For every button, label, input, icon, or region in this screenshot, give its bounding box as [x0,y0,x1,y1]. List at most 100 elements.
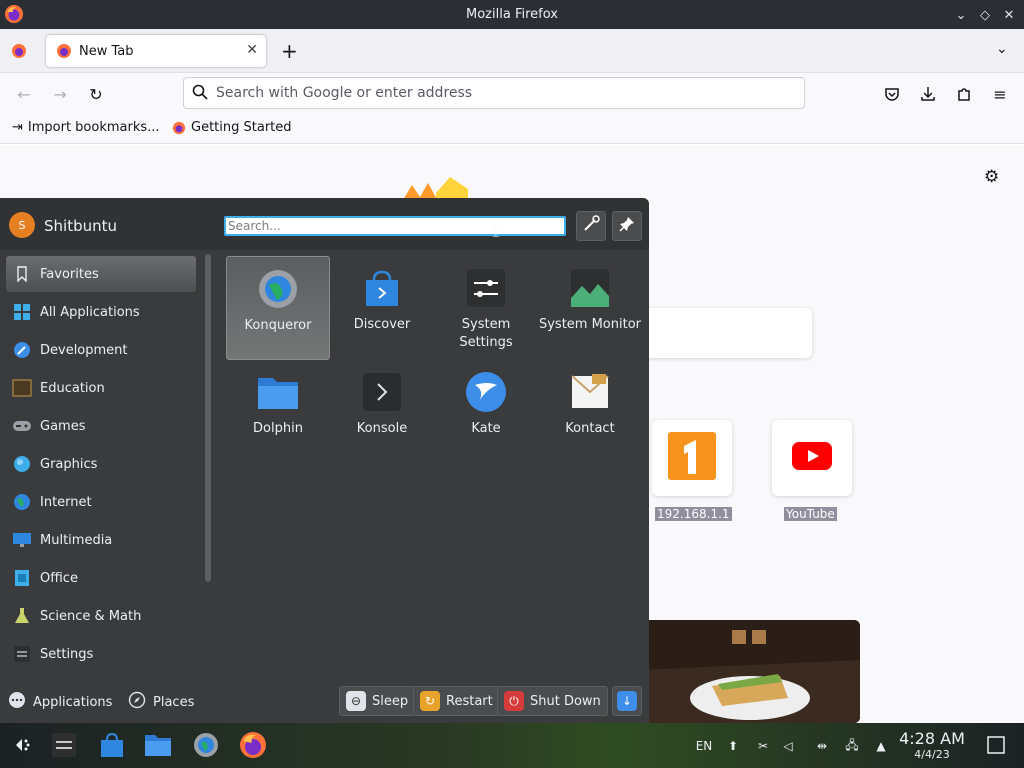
sidebar-scrollbar[interactable] [205,254,211,582]
firefox-view-icon[interactable] [11,43,27,63]
category-games[interactable]: Games [6,408,196,444]
shutdown-button[interactable]: ⏻ Shut Down [497,686,608,716]
app-dolphin[interactable]: Dolphin [226,360,330,464]
firefox-logo-icon [4,4,24,24]
system-settings-taskbar-icon[interactable] [50,731,78,759]
education-icon [12,378,32,398]
clock[interactable]: 4:28 AM 4/4/23 [898,730,966,762]
import-bookmarks-label: Import bookmarks... [27,120,160,135]
flask-icon [12,606,32,626]
category-label: Favorites [40,266,99,282]
system-settings-icon [464,266,508,310]
arrow-down-icon: ↓ [617,691,637,711]
bookmarks-toolbar: ⇥ Import bookmarks... Getting Started [0,113,1024,144]
youtube-icon [792,442,832,474]
avatar[interactable]: S [9,212,35,238]
getting-started-bookmark[interactable]: Getting Started [172,120,292,135]
story-image-food[interactable] [640,620,860,723]
globe-icon [12,492,32,512]
discover-taskbar-icon[interactable] [98,731,126,759]
category-internet[interactable]: Internet [6,484,196,520]
usb-icon[interactable]: ⇹ [812,736,832,756]
category-science-math[interactable]: Science & Math [6,598,196,634]
category-label: Graphics [40,456,98,472]
clock-date: 4/4/23 [914,748,950,761]
more-dots-icon [8,691,26,713]
category-all-applications[interactable]: All Applications [6,294,196,330]
app-label: Kate [471,421,501,436]
category-office[interactable]: Office [6,560,196,596]
app-konqueror[interactable]: Konqueror [226,256,330,360]
category-education[interactable]: Education [6,370,196,406]
category-development[interactable]: Development [6,332,196,368]
downloads-icon[interactable] [916,82,940,106]
maximize-icon[interactable]: ◇ [976,6,994,24]
reload-icon[interactable]: ↻ [84,82,108,106]
grid-icon [12,302,32,322]
import-bookmarks-button[interactable]: ⇥ Import bookmarks... [12,120,160,135]
category-label: Science & Math [40,608,142,624]
shutdown-label: Shut Down [530,693,601,709]
shortcut-tile-192-168-1-1[interactable] [652,420,732,496]
restart-label: Restart [446,693,493,709]
launcher-search-input[interactable]: Search... [224,216,566,236]
app-system-monitor[interactable]: System Monitor [538,256,642,360]
category-multimedia[interactable]: Multimedia [6,522,196,558]
search-box-background[interactable] [640,308,812,358]
places-tab[interactable]: Places [128,691,194,713]
tab-new-tab[interactable]: New Tab ✕ [46,35,266,67]
shortcut-label: 192.168.1.1 [655,507,732,521]
category-settings[interactable]: Settings [6,636,196,672]
restart-button[interactable]: ↻ Restart [413,686,500,716]
list-all-tabs-icon[interactable]: ⌄ [996,41,1008,57]
show-desktop-icon[interactable] [982,731,1010,759]
app-kontact[interactable]: Kontact [538,360,642,464]
gear-icon[interactable]: ⚙ [984,167,999,187]
system-monitor-icon [568,266,612,310]
back-arrow-icon[interactable]: ← [12,82,36,106]
konqueror-taskbar-icon[interactable] [192,731,220,759]
tray-expand-icon[interactable]: ▲ [871,736,891,756]
places-label: Places [153,694,195,710]
address-bar[interactable]: Search with Google or enter address [183,77,805,109]
extensions-icon[interactable] [952,82,976,106]
scissors-icon[interactable]: ✂ [753,736,773,756]
pin-button[interactable] [612,211,642,241]
search-icon [192,84,208,104]
firefox-taskbar-icon[interactable] [239,731,267,759]
pocket-icon[interactable] [880,82,904,106]
dolphin-taskbar-icon[interactable] [144,731,172,759]
app-label: Discover [353,317,411,332]
network-icon[interactable]: 🖧 [842,736,862,756]
category-label: Office [40,570,78,586]
app-system-settings[interactable]: System Settings [434,256,538,360]
getting-started-label: Getting Started [191,120,292,135]
volume-icon[interactable]: ◁ [778,736,798,756]
app-label: System Monitor [538,317,642,332]
category-graphics[interactable]: Graphics [6,446,196,482]
tab-label: New Tab [79,43,134,59]
category-label: Education [40,380,105,396]
new-tab-button[interactable]: + [281,39,298,63]
close-tab-icon[interactable]: ✕ [246,42,258,58]
app-discover[interactable]: Discover [330,256,434,360]
category-favorites[interactable]: Favorites [6,256,196,292]
leave-menu-button[interactable]: ↓ [612,686,642,716]
configure-button[interactable] [576,211,606,241]
applications-label: Applications [33,694,113,710]
minimize-icon[interactable]: ⌄ [952,6,970,24]
keyboard-layout[interactable]: EN [693,736,715,756]
sleep-button[interactable]: ⊖ Sleep [339,686,416,716]
close-window-icon[interactable]: ✕ [1000,6,1018,24]
monitor-icon [12,530,32,550]
applications-tab[interactable]: Applications [8,691,112,713]
update-icon[interactable]: ⬆ [723,736,743,756]
hamburger-menu-icon[interactable]: ≡ [988,82,1012,106]
shortcut-tile-youtube[interactable] [772,420,852,496]
forward-arrow-icon[interactable]: → [48,82,72,106]
pin-icon [618,215,636,237]
app-kate[interactable]: Kate [434,360,538,464]
app-launcher-icon[interactable] [8,731,36,759]
office-icon [12,568,32,588]
app-konsole[interactable]: Konsole [330,360,434,464]
